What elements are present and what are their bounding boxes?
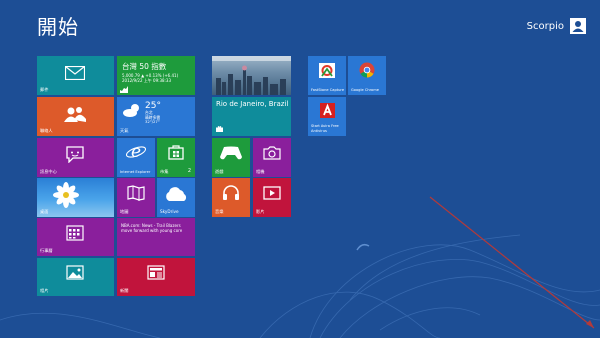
tile-label: 桌面 — [40, 209, 49, 214]
stocks-time: 2012/9/22 上午 09:38:33 — [122, 78, 172, 83]
tile-calendar[interactable]: 行事曆 — [37, 218, 114, 256]
tile-label: 地圖 — [120, 209, 129, 214]
city-skyline-photo — [212, 56, 291, 95]
daisy-photo — [51, 182, 81, 214]
tile-stocks[interactable]: 台灣 50 指數 5,000.79 ▲ +0.13% (+6.41) 2012/… — [117, 56, 195, 95]
tile-skydrive[interactable]: SkyDrive — [157, 178, 195, 217]
tile-label: SkyDrive — [160, 209, 179, 214]
tile-avira[interactable]: Start Avira Free Antivirus — [308, 97, 346, 136]
chrome-icon — [359, 62, 375, 78]
tile-video[interactable]: 影片 — [253, 178, 291, 217]
store-icon — [167, 143, 185, 161]
tile-ie[interactable]: e Internet Explorer — [117, 138, 155, 177]
start-title: 開始 — [37, 15, 79, 39]
store-badge: 2 — [187, 168, 191, 174]
tile-news[interactable]: 新聞 — [117, 258, 195, 296]
user-avatar-icon — [570, 18, 586, 34]
headphones-icon — [221, 184, 241, 202]
tile-mail[interactable]: 郵件 — [37, 56, 114, 95]
stocks-title: 台灣 50 指數 — [122, 62, 167, 71]
tile-messaging[interactable]: 訊息中心 — [37, 138, 114, 177]
tile-travel-photo[interactable] — [212, 56, 291, 95]
tile-label: 訊息中心 — [40, 169, 57, 174]
user-account[interactable]: Scorpio — [527, 18, 586, 34]
mail-icon — [64, 65, 86, 81]
tile-label: 遊戲 — [215, 169, 224, 174]
travel-place: Rio de Janeiro, Brazil — [216, 100, 289, 108]
tile-travel[interactable]: Rio de Janeiro, Brazil — [212, 97, 291, 136]
tile-desktop[interactable]: 桌面 — [37, 178, 114, 217]
tile-label: 相片 — [40, 288, 49, 293]
tile-label: 相機 — [256, 169, 265, 174]
message-icon — [65, 145, 85, 163]
tile-faststone[interactable]: FastStone Capture — [308, 56, 346, 95]
tile-label: 影片 — [256, 209, 265, 214]
photo-icon — [65, 264, 85, 281]
tile-label: Internet Explorer — [120, 169, 151, 174]
people-icon — [64, 105, 86, 123]
cloud-icon — [163, 186, 189, 202]
tile-label: FastStone Capture — [311, 87, 345, 92]
avira-icon — [319, 102, 335, 118]
user-name: Scorpio — [526, 20, 564, 32]
tile-label: 市集 — [160, 169, 169, 174]
tile-maps[interactable]: 地圖 — [117, 178, 155, 217]
tile-people[interactable]: 聯絡人 — [37, 97, 114, 136]
gamepad-icon — [219, 145, 243, 161]
tile-music[interactable]: 音樂 — [212, 178, 250, 217]
tile-store[interactable]: 市集 2 — [157, 138, 195, 177]
suitcase-icon — [215, 125, 223, 133]
camera-icon — [262, 145, 282, 161]
map-icon — [126, 184, 146, 202]
ie-icon: e — [125, 141, 147, 161]
tile-photos[interactable]: 相片 — [37, 258, 114, 296]
tile-news-feed[interactable]: NBA.com: News - Trail Blazers move forwa… — [117, 218, 195, 256]
tile-label: 音樂 — [215, 209, 224, 214]
tile-label: Google Chrome — [351, 87, 379, 92]
news-headline: NBA.com: News - Trail Blazers move forwa… — [121, 223, 183, 233]
video-icon — [262, 184, 282, 202]
tile-camera[interactable]: 相機 — [253, 138, 291, 177]
newspaper-icon — [146, 264, 166, 281]
faststone-icon — [318, 62, 336, 78]
tile-chrome[interactable]: Google Chrome — [348, 56, 386, 95]
tile-label: 聯絡人 — [40, 128, 53, 133]
cloud-sun-icon — [122, 103, 142, 117]
chart-icon — [120, 86, 128, 93]
tile-games[interactable]: 遊戲 — [212, 138, 250, 177]
weather-range: 32°/27° — [145, 119, 160, 125]
tile-label: 天氣 — [120, 128, 129, 133]
tile-label: 新聞 — [120, 288, 129, 293]
tile-label: 行事曆 — [40, 248, 53, 253]
tile-label: 郵件 — [40, 87, 49, 92]
tile-weather[interactable]: 25° 台北 晴時多雲 32°/27° 天氣 — [117, 97, 195, 136]
calendar-icon — [65, 224, 85, 242]
tile-label: Start Avira Free Antivirus — [311, 124, 339, 133]
